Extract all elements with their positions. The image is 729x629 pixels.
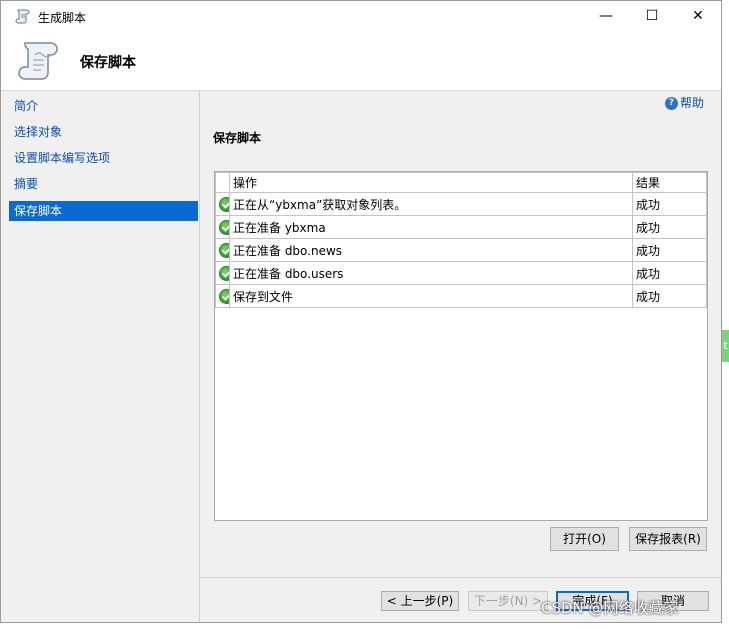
table-row[interactable]: 正在从“ybxma”获取对象列表。 成功 bbox=[215, 192, 707, 216]
row-result: 成功 bbox=[632, 192, 707, 216]
table-row[interactable]: 正在准备 dbo.users 成功 bbox=[215, 261, 707, 285]
row-action: 正在准备 dbo.news bbox=[229, 238, 633, 262]
results-table: 操作 结果 正在从“ybxma”获取对象列表。 成功 正在准备 ybxma 成功… bbox=[215, 172, 707, 308]
window-title: 生成脚本 bbox=[38, 11, 87, 25]
generate-scripts-window: 生成脚本 — ☐ ✕ 保存脚本 简介 选择对象 设置脚本编写选项 摘要 保存脚本… bbox=[0, 0, 722, 623]
watermark: CSDN @网络收藏家 bbox=[541, 599, 679, 617]
row-result: 成功 bbox=[632, 261, 707, 285]
side-tab[interactable]: t bbox=[722, 330, 729, 362]
success-check-icon bbox=[219, 265, 229, 281]
row-action: 正在从“ybxma”获取对象列表。 bbox=[229, 192, 633, 216]
page-title: 保存脚本 bbox=[80, 55, 136, 71]
script-scroll-icon bbox=[18, 42, 58, 80]
footer-divider bbox=[200, 577, 721, 578]
save-report-button[interactable]: 保存报表(R) bbox=[629, 527, 707, 551]
nav-item-save-scripts[interactable]: 保存脚本 bbox=[9, 201, 198, 221]
table-row[interactable]: 保存到文件 成功 bbox=[215, 284, 707, 308]
row-result: 成功 bbox=[632, 238, 707, 262]
title-bar: 生成脚本 — ☐ ✕ bbox=[1, 1, 721, 31]
close-button[interactable]: ✕ bbox=[675, 1, 721, 31]
help-link[interactable]: ? 帮助 bbox=[665, 94, 704, 111]
row-result: 成功 bbox=[632, 284, 707, 308]
open-button[interactable]: 打开(O) bbox=[550, 527, 619, 551]
wizard-nav: 简介 选择对象 设置脚本编写选项 摘要 保存脚本 bbox=[8, 91, 199, 622]
maximize-button[interactable]: ☐ bbox=[629, 1, 675, 31]
nav-item-summary[interactable]: 摘要 bbox=[9, 174, 198, 194]
success-check-icon bbox=[219, 219, 229, 235]
success-check-icon bbox=[219, 288, 229, 304]
column-header-icon bbox=[215, 172, 230, 193]
script-scroll-icon bbox=[15, 9, 30, 24]
section-title: 保存脚本 bbox=[213, 131, 262, 145]
results-list: 操作 结果 正在从“ybxma”获取对象列表。 成功 正在准备 ybxma 成功… bbox=[214, 171, 708, 521]
column-header-result[interactable]: 结果 bbox=[632, 172, 707, 193]
nav-divider bbox=[199, 91, 200, 622]
nav-item-choose-objects[interactable]: 选择对象 bbox=[9, 122, 198, 142]
row-result: 成功 bbox=[632, 215, 707, 239]
row-action: 正在准备 dbo.users bbox=[229, 261, 633, 285]
minimize-button[interactable]: — bbox=[583, 1, 629, 31]
help-label: 帮助 bbox=[680, 96, 705, 110]
success-check-icon bbox=[219, 196, 229, 212]
nav-item-scripting-options[interactable]: 设置脚本编写选项 bbox=[9, 148, 198, 168]
success-check-icon bbox=[219, 242, 229, 258]
table-row[interactable]: 正在准备 ybxma 成功 bbox=[215, 215, 707, 239]
nav-item-introduction[interactable]: 简介 bbox=[9, 96, 198, 116]
page-header: 保存脚本 bbox=[1, 31, 721, 91]
table-row[interactable]: 正在准备 dbo.news 成功 bbox=[215, 238, 707, 262]
column-header-action[interactable]: 操作 bbox=[229, 172, 633, 193]
table-header-row: 操作 结果 bbox=[215, 172, 707, 193]
previous-button[interactable]: < 上一步(P) bbox=[381, 591, 459, 611]
row-action: 保存到文件 bbox=[229, 284, 633, 308]
next-button[interactable]: 下一步(N) > bbox=[468, 591, 548, 611]
row-action: 正在准备 ybxma bbox=[229, 215, 633, 239]
help-icon: ? bbox=[665, 97, 678, 110]
